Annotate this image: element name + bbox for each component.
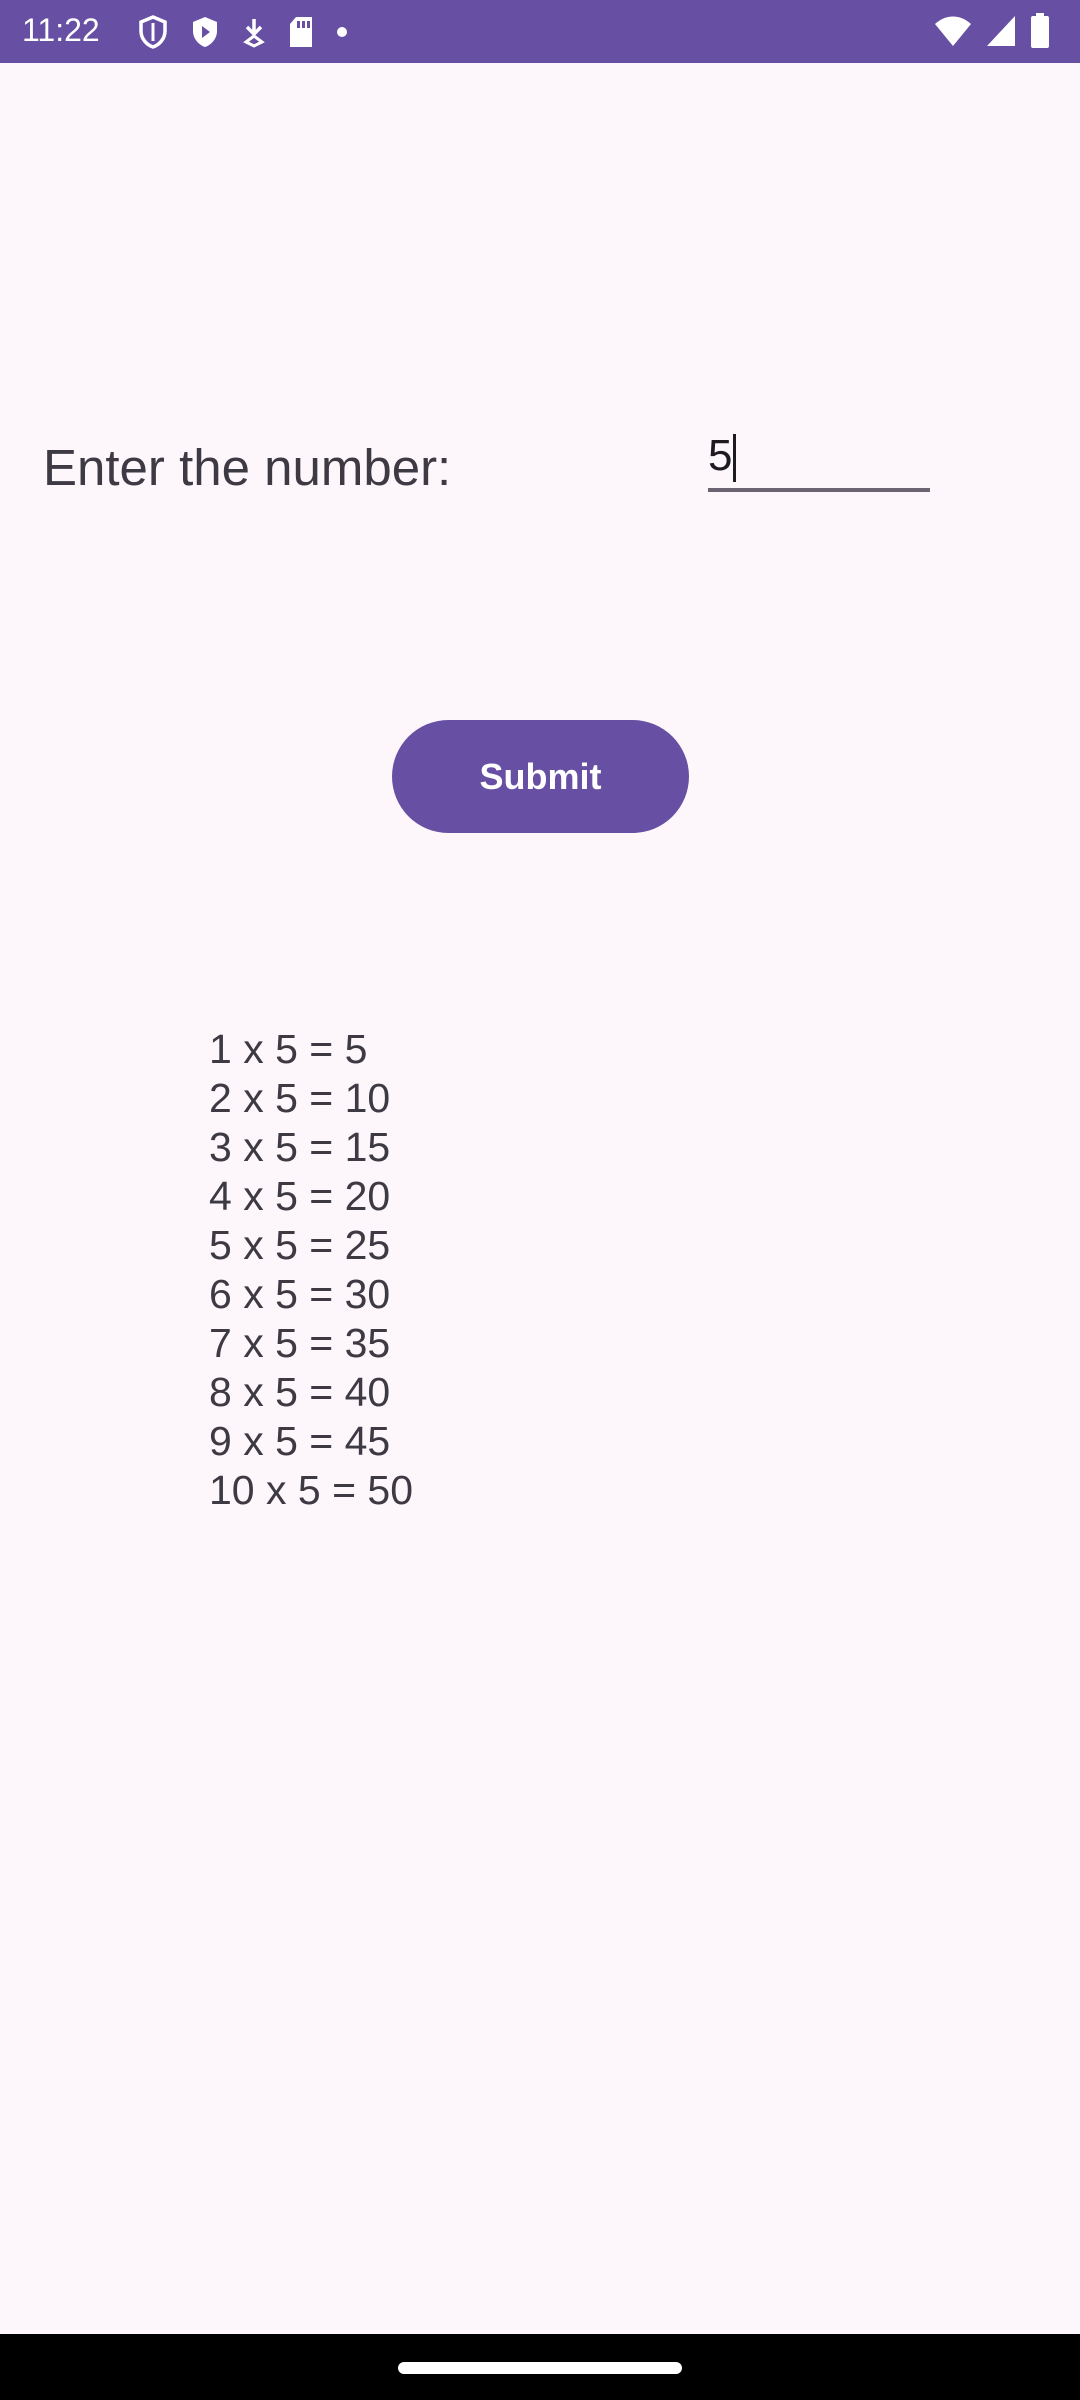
navigation-bar xyxy=(0,2334,1080,2400)
play-shield-icon xyxy=(190,15,220,49)
download-icon xyxy=(242,16,266,48)
status-left-icons xyxy=(138,14,348,50)
table-row: 8 x 5 = 40 xyxy=(209,1369,391,1415)
status-right-icons xyxy=(934,12,1050,50)
table-row: 10 x 5 = 50 xyxy=(209,1467,414,1513)
home-gesture-handle[interactable] xyxy=(398,2362,682,2374)
multiplication-table: 1 x 5 = 5 2 x 5 = 10 3 x 5 = 15 4 x 5 = … xyxy=(209,1025,413,1515)
table-row: 5 x 5 = 25 xyxy=(209,1222,391,1268)
sd-card-icon xyxy=(288,16,314,48)
battery-icon xyxy=(1030,13,1050,49)
number-input[interactable] xyxy=(708,424,930,492)
status-time: 11:22 xyxy=(22,12,100,48)
wifi-icon xyxy=(934,15,972,47)
status-bar: 11:22 xyxy=(0,0,1080,63)
table-row: 2 x 5 = 10 xyxy=(209,1075,391,1121)
text-caret xyxy=(733,434,736,482)
table-row: 3 x 5 = 15 xyxy=(209,1124,391,1170)
submit-button[interactable]: Submit xyxy=(392,720,689,833)
number-prompt-label: Enter the number: xyxy=(43,439,452,496)
signal-icon xyxy=(986,15,1016,47)
dot-icon xyxy=(336,26,348,38)
table-row: 6 x 5 = 30 xyxy=(209,1271,391,1317)
shield-icon xyxy=(138,15,168,49)
table-row: 1 x 5 = 5 xyxy=(209,1026,368,1072)
table-row: 7 x 5 = 35 xyxy=(209,1320,391,1366)
table-row: 4 x 5 = 20 xyxy=(209,1173,391,1219)
table-row: 9 x 5 = 45 xyxy=(209,1418,391,1464)
